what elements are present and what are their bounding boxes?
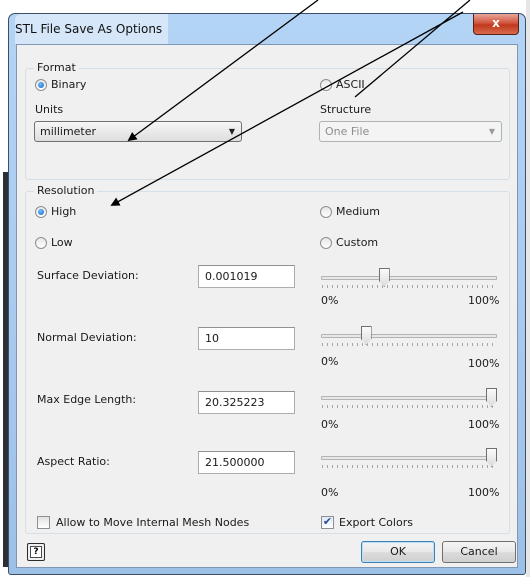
move-internal-nodes-label[interactable]: Allow to Move Internal Mesh Nodes: [56, 516, 249, 530]
normal-deviation-label: Normal Deviation:: [37, 331, 137, 344]
surface-deviation-track[interactable]: [321, 276, 497, 280]
help-icon: ?: [30, 546, 42, 558]
cancel-button[interactable]: Cancel: [442, 541, 516, 563]
structure-dropdown[interactable]: One File ▼: [319, 121, 502, 142]
window-title: STL File Save As Options: [15, 14, 169, 44]
normal-deviation-track[interactable]: [321, 334, 497, 338]
max-edge-length-input[interactable]: 20.325223: [198, 391, 295, 414]
move-internal-nodes-checkbox[interactable]: [37, 516, 50, 529]
normal-deviation-min: 0%: [321, 355, 339, 368]
units-dropdown[interactable]: millimeter ▼: [34, 121, 242, 142]
max-edge-length-ticks: [322, 405, 496, 408]
aspect-ratio-min: 0%: [321, 486, 339, 499]
units-value: millimeter: [40, 125, 97, 138]
close-button[interactable]: x: [473, 14, 519, 35]
format-group-title: Format: [34, 61, 79, 75]
normal-deviation-max: 100%: [468, 357, 500, 370]
aspect-ratio-input[interactable]: 21.500000: [198, 451, 295, 474]
high-radio[interactable]: [35, 206, 47, 218]
aspect-ratio-track[interactable]: [321, 456, 497, 460]
ok-button[interactable]: OK: [361, 541, 435, 563]
ascii-radio[interactable]: [320, 79, 332, 91]
aspect-ratio-max: 100%: [468, 486, 500, 499]
chevron-down-icon: ▼: [488, 127, 495, 136]
aspect-ratio-label: Aspect Ratio:: [37, 455, 110, 468]
medium-radio[interactable]: [320, 206, 332, 218]
surface-deviation-ticks: [322, 285, 496, 288]
normal-deviation-input[interactable]: 10: [198, 327, 295, 350]
units-label: Units: [35, 103, 64, 116]
structure-value: One File: [325, 125, 370, 138]
max-edge-length-track[interactable]: [321, 396, 497, 400]
surface-deviation-label: Surface Deviation:: [37, 269, 139, 282]
low-label[interactable]: Low: [51, 236, 73, 250]
help-button[interactable]: ?: [27, 543, 45, 561]
ascii-label[interactable]: ASCII: [336, 78, 365, 92]
surface-deviation-min: 0%: [321, 294, 339, 307]
aspect-ratio-ticks: [322, 465, 496, 468]
resolution-group-title: Resolution: [34, 184, 98, 198]
surface-deviation-max: 100%: [468, 294, 500, 307]
chevron-down-icon: ▼: [228, 127, 235, 136]
custom-radio[interactable]: [320, 237, 332, 249]
normal-deviation-ticks: [322, 343, 496, 346]
structure-label: Structure: [320, 103, 372, 116]
max-edge-length-value: 20.325223: [205, 396, 265, 409]
normal-deviation-value: 10: [205, 332, 219, 345]
surface-deviation-input[interactable]: 0.001019: [198, 265, 295, 288]
binary-label[interactable]: Binary: [51, 78, 86, 92]
export-colors-label[interactable]: Export Colors: [339, 516, 413, 530]
low-radio[interactable]: [35, 237, 47, 249]
custom-label[interactable]: Custom: [336, 236, 378, 250]
format-group: Format Binary ASCII Units millimeter ▼ S…: [25, 61, 510, 180]
binary-radio[interactable]: [35, 79, 47, 91]
aspect-ratio-value: 21.500000: [205, 456, 265, 469]
surface-deviation-value: 0.001019: [205, 270, 258, 283]
medium-label[interactable]: Medium: [336, 205, 380, 219]
high-label[interactable]: High: [51, 205, 76, 219]
title-bar[interactable]: STL File Save As Options x: [9, 14, 525, 44]
dialog-body: Format Binary ASCII Units millimeter ▼ S…: [16, 44, 518, 568]
checkmark-icon: ✔: [322, 515, 333, 528]
resolution-group: Resolution High Medium Low Custom Surfac…: [25, 184, 510, 534]
max-edge-length-min: 0%: [321, 418, 339, 431]
max-edge-length-label: Max Edge Length:: [37, 393, 137, 406]
max-edge-length-max: 100%: [468, 418, 500, 431]
window-shadow-right: [526, 0, 530, 577]
stl-save-options-dialog: STL File Save As Options x Format Binary…: [8, 13, 526, 575]
export-colors-checkbox[interactable]: ✔: [321, 515, 334, 529]
